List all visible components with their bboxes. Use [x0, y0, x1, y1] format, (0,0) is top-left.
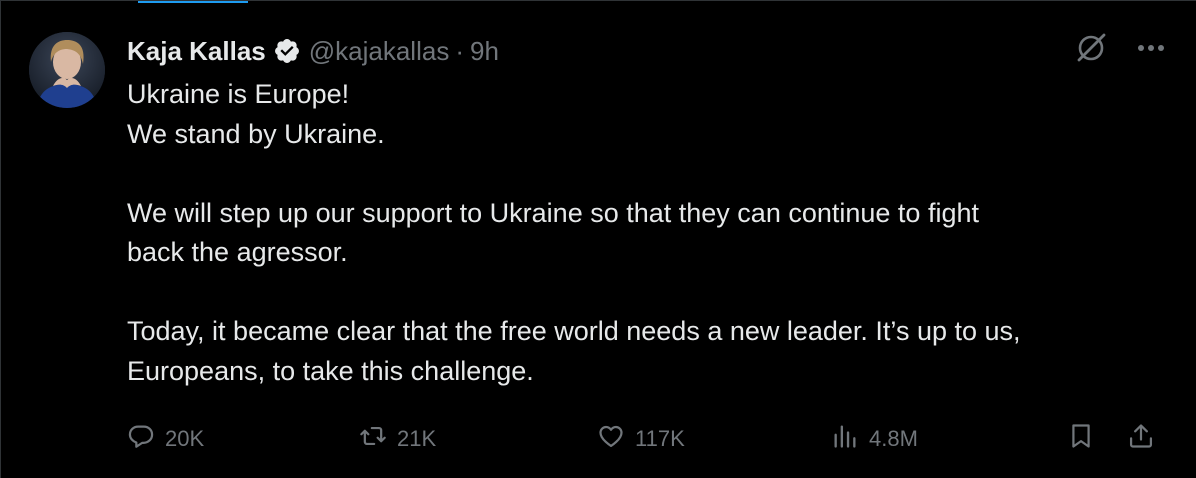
share-button[interactable] [1127, 419, 1155, 459]
views-button[interactable]: 4.8M [831, 419, 918, 459]
views-count: 4.8M [869, 426, 918, 451]
reply-button[interactable]: 20K [127, 419, 204, 459]
tweet-line: Europeans, to take this challenge. [127, 355, 534, 386]
repost-count: 21K [397, 426, 437, 451]
verified-badge-icon[interactable] [273, 37, 301, 65]
repost-icon [359, 422, 387, 456]
more-icon[interactable] [1136, 43, 1166, 53]
reply-count: 20K [165, 426, 205, 451]
author-handle[interactable]: @kajakallas [309, 36, 450, 67]
bookmark-button[interactable] [1067, 419, 1095, 459]
heart-icon [597, 422, 625, 456]
grok-icon[interactable] [1074, 31, 1108, 65]
header-actions [1074, 31, 1166, 65]
tweet-line: We will step up our support to Ukraine s… [127, 197, 979, 228]
views-icon [831, 422, 859, 456]
tweet-line: back the agressor. [127, 237, 348, 267]
like-button[interactable]: 117K [597, 419, 685, 459]
author-name[interactable]: Kaja Kallas [127, 36, 266, 67]
tweet-actions: 20K 21K 117K 4.8M [127, 419, 1167, 459]
tweet-text: Ukraine is Europe! We stand by Ukraine. … [127, 75, 1167, 391]
separator-dot: · [455, 35, 464, 66]
tweet-line: Ukraine is Europe! [127, 79, 350, 109]
share-icon [1127, 422, 1155, 456]
tweet-header: Kaja Kallas @kajakallas · 9h [127, 31, 499, 71]
like-count: 117K [635, 426, 685, 451]
timestamp[interactable]: 9h [470, 36, 499, 67]
avatar[interactable] [29, 32, 105, 108]
reply-icon [127, 422, 155, 456]
bookmark-icon [1067, 422, 1095, 456]
tweet[interactable]: Kaja Kallas @kajakallas · 9h Ukraine is … [0, 0, 1196, 478]
tweet-line: Today, it became clear that the free wor… [127, 316, 1021, 346]
repost-button[interactable]: 21K [359, 419, 436, 459]
tweet-line: We stand by Ukraine. [127, 118, 385, 149]
